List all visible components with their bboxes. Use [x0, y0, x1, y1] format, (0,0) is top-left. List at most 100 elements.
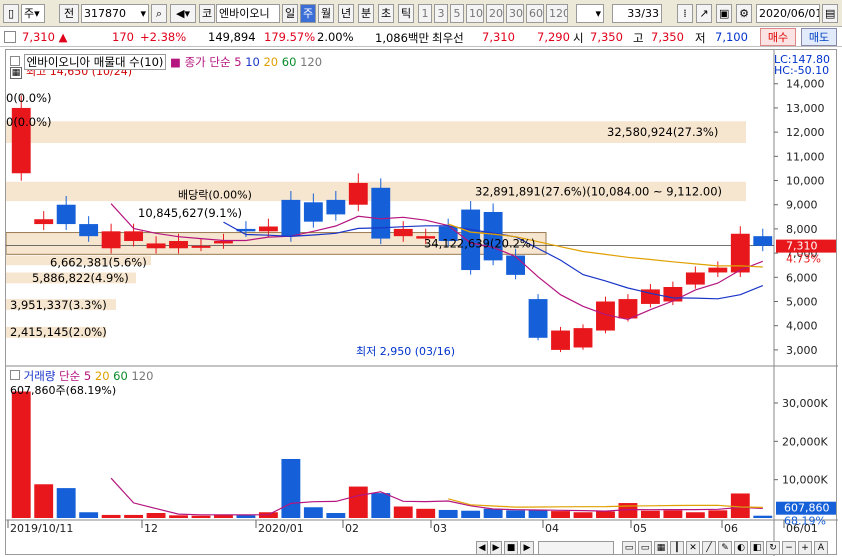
volume-bar [191, 515, 211, 518]
mirror-icon[interactable]: ◧ [750, 541, 764, 555]
candle [56, 204, 76, 225]
speaker-icon[interactable]: ◀▾ [170, 4, 196, 23]
ma120-label: 120 [300, 55, 323, 69]
vol-ma60-label: 60 [113, 369, 128, 383]
candle [708, 267, 728, 273]
volume-bar [685, 512, 705, 518]
checkbox[interactable] [4, 31, 16, 43]
volume-panel-title[interactable]: 거래량 [24, 369, 56, 383]
type-select[interactable]: 주▾ [21, 4, 45, 23]
volume-profile-label: 0(0.0%) [6, 115, 52, 129]
volume-bar [348, 486, 368, 518]
volume-bar [640, 510, 660, 518]
tile-icon[interactable]: ▦ [654, 541, 668, 555]
turnover-percent: 2.00% [317, 30, 354, 44]
candle [573, 328, 593, 348]
calendar-icon[interactable]: ▤ [822, 4, 838, 23]
open-label: 시 [573, 31, 584, 45]
interval-10-button[interactable]: 10 [466, 4, 484, 23]
volume-bar [34, 484, 54, 518]
stock-name-field[interactable]: 엔바이오니 [216, 4, 280, 23]
volume-bar [753, 515, 773, 518]
best-label: 최우선 [432, 31, 464, 45]
volume-tick-label: 30,000K [782, 397, 828, 410]
market-button[interactable]: 코 [199, 4, 215, 23]
code-input[interactable]: 317870 ▾ [81, 4, 149, 23]
interval-select[interactable]: ▾ [576, 4, 604, 23]
interval-120-button[interactable]: 120 [546, 4, 568, 23]
candle [685, 272, 705, 285]
period-month-button[interactable]: 월 [318, 4, 334, 23]
volume-profile-label: 10,845,627(9.1%) [138, 206, 242, 220]
hide-icon[interactable]: ◐ [734, 541, 748, 555]
sell-button[interactable]: 매도 [801, 28, 837, 46]
play-icon[interactable]: ▶ [490, 541, 502, 555]
grid-icon[interactable]: ⁞ [677, 4, 693, 23]
volume-ratio: 179.57% [264, 30, 316, 44]
candle [348, 182, 368, 205]
interval-3-button[interactable]: 3 [434, 4, 448, 23]
prev-button[interactable]: 전 [59, 4, 79, 23]
price-tick-label: 6,000 [786, 271, 818, 284]
interval-30-button[interactable]: 30 [506, 4, 524, 23]
interval-20-button[interactable]: 20 [486, 4, 504, 23]
scroll-right-icon[interactable]: ▶ [520, 541, 534, 555]
crosshair-icon[interactable]: ✕ [686, 541, 700, 555]
ma5-label: 5 [234, 55, 242, 69]
price-panel-title[interactable]: 엔바이오니아 매물대 수(10) [23, 54, 167, 70]
volume-value: 149,894 [208, 30, 256, 44]
price-volume-chart[interactable]: 14,000 13,000 12,000 11,000 10,000 9,000 8,000… [6, 50, 838, 556]
volume-ma-label: 단순 [59, 369, 81, 383]
zoom-in-icon[interactable]: ▭ [638, 541, 652, 555]
trend-icon[interactable]: ↗ [696, 4, 712, 23]
candle [281, 199, 301, 237]
current-price-tag: 7,310 [786, 240, 818, 253]
period-day-button[interactable]: 일 [282, 4, 298, 23]
code-value: 317870 [84, 7, 126, 20]
save-icon[interactable]: ▣ [716, 4, 732, 23]
period-tick-button[interactable]: 틱 [398, 4, 414, 23]
price-tick-label: 5,000 [786, 296, 818, 309]
volume-collapse-icon[interactable] [10, 370, 20, 380]
font-icon[interactable]: A [814, 541, 828, 555]
font-plus-icon[interactable]: + [798, 541, 812, 555]
interval-5-button[interactable]: 5 [450, 4, 464, 23]
price-legend: 엔바이오니아 매물대 수(10) ■ 종가 단순 5 10 20 60 120 [10, 54, 322, 70]
open-value: 7,350 [590, 30, 623, 44]
volume-bar [708, 510, 728, 518]
period-week-button[interactable]: 주 [300, 4, 316, 23]
table-icon[interactable]: ▦ [10, 67, 22, 79]
zoom-out-icon[interactable]: ▭ [622, 541, 636, 555]
search-icon[interactable]: ⌕ [151, 4, 167, 23]
volume-profile-label: 0(0.0%) [6, 91, 52, 105]
interval-60-button[interactable]: 60 [526, 4, 544, 23]
period-min-button[interactable]: 분 [358, 4, 374, 23]
buy-button[interactable]: 매수 [760, 28, 796, 46]
price-tick-label: 8,000 [786, 223, 818, 236]
stop-icon[interactable]: ■ [504, 541, 518, 555]
period-sec-button[interactable]: 초 [378, 4, 394, 23]
horizontal-scrollbar[interactable] [538, 541, 614, 555]
candle-icon[interactable]: ┃ [670, 541, 684, 555]
draw-icon[interactable]: ✎ [718, 541, 732, 555]
x-tick-label: 04 [545, 522, 559, 535]
volume-max-note: 607,860주(68.19%) [10, 384, 116, 397]
date-field[interactable]: 2020/06/01 [756, 4, 820, 23]
volume-bar [461, 510, 481, 518]
collapse-icon[interactable] [10, 56, 20, 66]
settings-icon[interactable]: ⚙ [736, 4, 752, 23]
scroll-left-icon[interactable]: ◀ [476, 541, 488, 555]
chart-icon[interactable]: ▯ [3, 4, 19, 23]
refresh-icon[interactable]: ↻ [766, 541, 780, 555]
line-icon[interactable]: ╱ [702, 541, 716, 555]
volume-profile-label: 32,580,924(27.3%) [607, 125, 718, 139]
ma10-label: 10 [245, 55, 260, 69]
vol-ma120-label: 120 [131, 369, 154, 383]
interval-1-button[interactable]: 1 [418, 4, 432, 23]
best-ask: 7,310 [482, 30, 515, 44]
x-tick-label: 06 [724, 522, 738, 535]
chart-area[interactable]: 14,000 13,000 12,000 11,000 10,000 9,000 8,000… [5, 49, 838, 556]
font-smaller-icon[interactable]: − [782, 541, 796, 555]
period-year-button[interactable]: 년 [338, 4, 354, 23]
price-tick-label: 3,000 [786, 344, 818, 357]
